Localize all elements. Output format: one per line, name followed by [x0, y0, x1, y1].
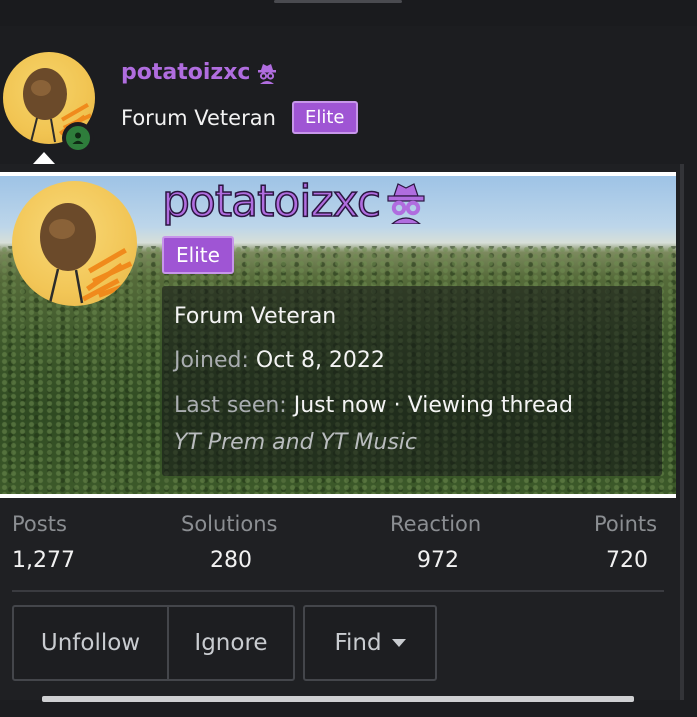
- card-user-title: Forum Veteran: [174, 304, 337, 329]
- ignore-button-label: Ignore: [194, 630, 268, 656]
- last-seen-row: Last seen: Just now · Viewing thread: [174, 393, 573, 418]
- unfollow-button[interactable]: Unfollow: [12, 605, 169, 681]
- header-elite-badge: Elite: [292, 101, 358, 134]
- header-username[interactable]: potatoizxc: [121, 60, 278, 85]
- card-avatar[interactable]: [12, 181, 137, 306]
- stat-value-reaction[interactable]: 972: [417, 548, 459, 573]
- find-dropdown-button[interactable]: Find: [303, 605, 437, 681]
- chevron-down-icon: [391, 639, 406, 647]
- spy-icon: [387, 182, 425, 224]
- last-seen-value: Just now: [293, 393, 387, 418]
- joined-row: Joined: Oct 8, 2022: [174, 348, 385, 373]
- ignore-button[interactable]: Ignore: [167, 605, 295, 681]
- tooltip-caret: [33, 152, 55, 164]
- top-scrollbar[interactable]: [274, 0, 402, 3]
- last-seen-label: Last seen:: [174, 393, 287, 418]
- member-info-panel: Forum Veteran Joined: Oct 8, 2022 Last s…: [162, 286, 662, 476]
- activity-text: Viewing thread: [407, 393, 573, 418]
- header-user-title: Forum Veteran: [121, 106, 276, 130]
- stat-label-points: Points: [594, 512, 658, 536]
- joined-date: Oct 8, 2022: [255, 348, 385, 373]
- stat-label-solutions: Solutions: [181, 512, 278, 536]
- online-status-indicator: [62, 122, 94, 154]
- stat-value-solutions[interactable]: 280: [210, 548, 252, 573]
- activity-separator: ·: [393, 393, 401, 418]
- stat-label-reaction: Reaction: [390, 512, 482, 536]
- stat-label-posts: Posts: [12, 512, 67, 536]
- unfollow-button-label: Unfollow: [40, 630, 141, 656]
- joined-label: Joined:: [174, 348, 249, 373]
- potato-avatar-image: [40, 203, 136, 304]
- member-tooltip-card: potatoizxc Elite Forum Veteran Joined: O…: [0, 164, 684, 700]
- card-username[interactable]: potatoizxc: [161, 175, 428, 228]
- stat-value-posts[interactable]: 1,277: [12, 548, 75, 573]
- top-band: [0, 0, 697, 26]
- stat-value-points[interactable]: 720: [606, 548, 648, 573]
- stats-divider: [12, 590, 664, 592]
- horizontal-scrollbar[interactable]: [42, 696, 634, 702]
- card-username-text[interactable]: potatoizxc: [161, 175, 382, 228]
- user-online-icon: [66, 126, 90, 150]
- spy-icon: [258, 63, 277, 84]
- card-elite-badge: Elite: [162, 236, 234, 274]
- find-button-label: Find: [334, 630, 382, 656]
- viewing-thread-link[interactable]: YT Prem and YT Music: [174, 430, 417, 455]
- header-username-text[interactable]: potatoizxc: [121, 60, 250, 85]
